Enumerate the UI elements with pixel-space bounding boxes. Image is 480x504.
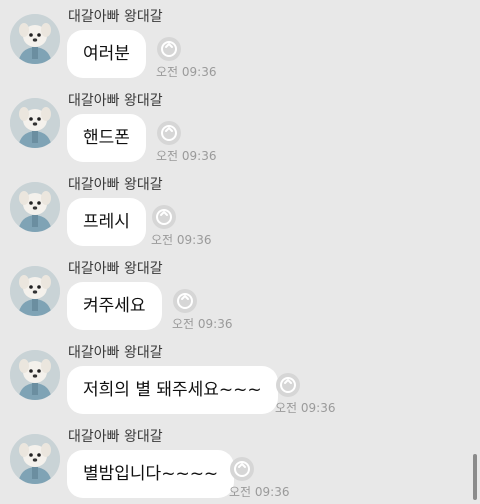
reaction-add-icon[interactable] — [156, 120, 182, 146]
message-time: 오전 09:36 — [229, 485, 290, 499]
message-time: 오전 09:36 — [151, 233, 212, 247]
dog-avatar-image — [10, 14, 60, 64]
chat-message: 대갈아빠 왕대갈 저희의 별 돼주세요~~~ 오전 09:36 — [0, 336, 470, 420]
message-bubble[interactable]: 켜주세요 — [67, 282, 162, 330]
avatar[interactable] — [10, 14, 60, 64]
message-time: 오전 09:36 — [156, 149, 217, 163]
message-meta: 오전 09:36 — [151, 198, 231, 247]
dog-avatar-image — [10, 266, 60, 316]
scrollbar[interactable] — [473, 454, 477, 500]
avatar[interactable] — [10, 266, 60, 316]
avatar[interactable] — [10, 434, 60, 484]
chat-message: 대갈아빠 왕대갈 여러분 오전 09:36 — [0, 0, 470, 84]
message-time: 오전 09:36 — [156, 65, 217, 79]
message-bubble[interactable]: 별밤입니다~~~~ — [67, 450, 235, 498]
sender-name: 대갈아빠 왕대갈 — [68, 93, 163, 109]
message-meta: 오전 09:36 — [156, 114, 236, 163]
avatar[interactable] — [10, 98, 60, 148]
message-meta: 오전 09:36 — [275, 366, 355, 415]
message-bubble[interactable]: 여러분 — [67, 30, 146, 78]
dog-avatar-image — [10, 434, 60, 484]
dog-avatar-image — [10, 350, 60, 400]
message-bubble[interactable]: 저희의 별 돼주세요~~~ — [67, 366, 278, 414]
message-time: 오전 09:36 — [172, 317, 233, 331]
sender-name: 대갈아빠 왕대갈 — [68, 345, 163, 361]
sender-name: 대갈아빠 왕대갈 — [68, 261, 163, 277]
reaction-add-icon[interactable] — [172, 288, 198, 314]
dog-avatar-image — [10, 98, 60, 148]
chat-message: 대갈아빠 왕대갈 프레시 오전 09:36 — [0, 168, 470, 252]
message-bubble[interactable]: 핸드폰 — [67, 114, 146, 162]
avatar[interactable] — [10, 182, 60, 232]
sender-name: 대갈아빠 왕대갈 — [68, 177, 163, 193]
sender-name: 대갈아빠 왕대갈 — [68, 9, 163, 25]
chat-message: 대갈아빠 왕대갈 켜주세요 오전 09:36 — [0, 252, 470, 336]
message-meta: 오전 09:36 — [172, 282, 252, 331]
reaction-add-icon[interactable] — [275, 372, 301, 398]
message-meta: 오전 09:36 — [156, 30, 236, 79]
reaction-add-icon[interactable] — [151, 204, 177, 230]
message-meta: 오전 09:36 — [229, 450, 309, 499]
chat-message: 대갈아빠 왕대갈 별밤입니다~~~~ 오전 09:36 — [0, 420, 470, 504]
message-time: 오전 09:36 — [275, 401, 336, 415]
chat-room[interactable]: 대갈아빠 왕대갈 여러분 오전 09:36 대갈아빠 왕대갈 핸드폰 오전 09… — [0, 0, 480, 504]
dog-avatar-image — [10, 182, 60, 232]
chat-message: 대갈아빠 왕대갈 핸드폰 오전 09:36 — [0, 84, 470, 168]
sender-name: 대갈아빠 왕대갈 — [68, 429, 163, 445]
reaction-add-icon[interactable] — [229, 456, 255, 482]
avatar[interactable] — [10, 350, 60, 400]
reaction-add-icon[interactable] — [156, 36, 182, 62]
message-bubble[interactable]: 프레시 — [67, 198, 146, 246]
